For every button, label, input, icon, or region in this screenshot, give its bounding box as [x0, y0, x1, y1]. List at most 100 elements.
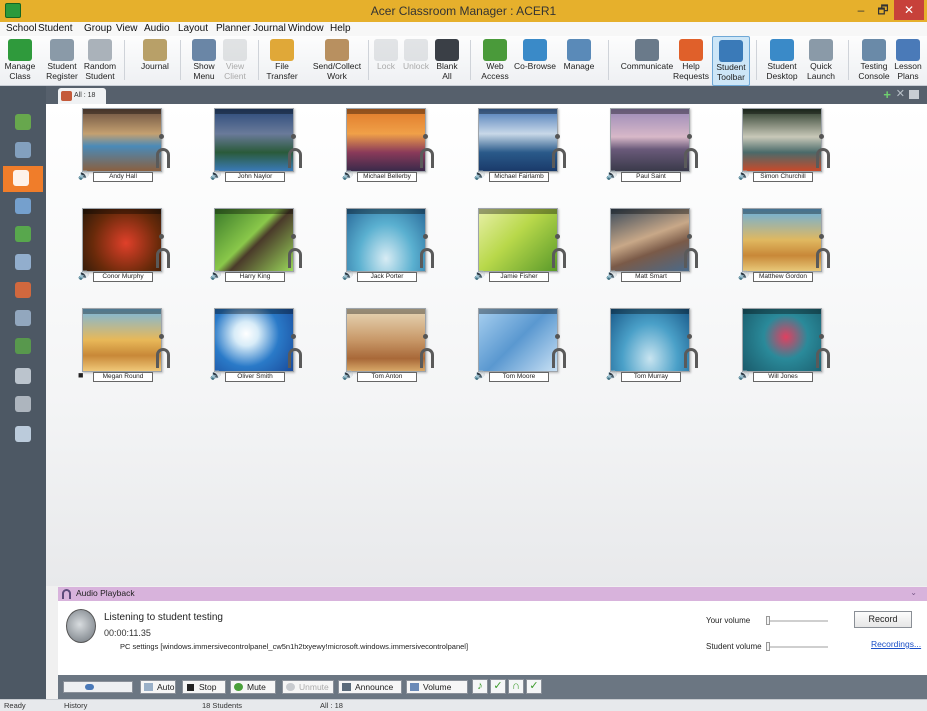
- speaker-icon[interactable]: 🔊: [210, 170, 221, 180]
- student-register-button[interactable]: Student Register: [44, 36, 80, 86]
- help-requests-button[interactable]: Help Requests: [673, 36, 709, 86]
- recordings-link[interactable]: Recordings...: [871, 639, 921, 649]
- menu-view[interactable]: View: [116, 23, 138, 34]
- minimize-button[interactable]: –: [850, 0, 872, 20]
- student-tile[interactable]: ■ Megan Round: [78, 308, 170, 390]
- menu-school[interactable]: School: [6, 23, 37, 34]
- speaker-icon[interactable]: 🔊: [474, 170, 485, 180]
- audio-option-1-icon[interactable]: ♪: [472, 679, 488, 694]
- student-screen-thumbnail[interactable]: [214, 308, 294, 372]
- show-menu-button[interactable]: Show Menu: [190, 36, 218, 86]
- your-volume-slider[interactable]: [766, 616, 828, 625]
- mute-button[interactable]: Mute: [230, 680, 276, 694]
- student-tile[interactable]: 🔊 Matt Smart: [606, 208, 698, 290]
- collapse-icon[interactable]: ⌄: [910, 588, 917, 597]
- speaker-icon[interactable]: 🔊: [606, 370, 617, 380]
- tab-menu-button[interactable]: [909, 90, 919, 99]
- menu-planner[interactable]: Planner: [216, 23, 250, 34]
- sidebar-printer-button[interactable]: [13, 308, 33, 328]
- student-desktop-button[interactable]: Student Desktop: [764, 36, 800, 86]
- menu-layout[interactable]: Layout: [178, 23, 208, 34]
- close-button[interactable]: ✕: [894, 0, 924, 20]
- history-tab[interactable]: History: [64, 701, 87, 710]
- random-student-button[interactable]: Random Student: [82, 36, 118, 86]
- student-tile[interactable]: 🔊 Jack Porter: [342, 208, 434, 290]
- sidebar-headphones-button[interactable]: [3, 166, 43, 192]
- student-screen-thumbnail[interactable]: [214, 108, 294, 172]
- student-screen-thumbnail[interactable]: [346, 208, 426, 272]
- lesson-plans-button[interactable]: Lesson Plans: [893, 36, 923, 86]
- menu-group[interactable]: Group: [84, 23, 112, 34]
- speaker-icon[interactable]: 🔊: [606, 270, 617, 280]
- student-screen-thumbnail[interactable]: [610, 308, 690, 372]
- journal-button[interactable]: Journal: [138, 36, 172, 86]
- menu-journal[interactable]: Journal: [253, 23, 286, 34]
- send-collect-work-button[interactable]: Send/Collect Work: [312, 36, 362, 86]
- student-tile[interactable]: 🔊 Andy Hall: [78, 108, 170, 190]
- sidebar-keyboard-button[interactable]: [13, 394, 33, 414]
- speaker-icon[interactable]: 🔊: [474, 370, 485, 380]
- stop-button[interactable]: Stop: [182, 680, 226, 694]
- student-screen-thumbnail[interactable]: [478, 308, 558, 372]
- close-tab-button[interactable]: ✕: [896, 89, 905, 100]
- student-tile[interactable]: 🔊 Simon Churchill: [738, 108, 830, 190]
- manage-class-button[interactable]: Manage Class: [2, 36, 38, 86]
- co-browse-button[interactable]: Co-Browse: [514, 36, 556, 86]
- headset-option-icon[interactable]: ∩: [508, 679, 524, 694]
- student-volume-slider[interactable]: [766, 642, 828, 651]
- student-tile[interactable]: 🔊 Harry King: [210, 208, 302, 290]
- stop-icon[interactable]: ■: [78, 370, 89, 380]
- record-button[interactable]: Record: [854, 611, 912, 628]
- student-tile[interactable]: 🔊 Michael Bellerby: [342, 108, 434, 190]
- sidebar-globe-button[interactable]: [13, 224, 33, 244]
- student-tile[interactable]: 🔊 John Naylor: [210, 108, 302, 190]
- view-client-button[interactable]: View Client: [223, 36, 247, 86]
- tab-all[interactable]: All : 18: [58, 88, 106, 104]
- add-tab-button[interactable]: +: [883, 88, 891, 101]
- maximize-button[interactable]: 🗗: [872, 0, 894, 20]
- menu-help[interactable]: Help: [330, 23, 351, 34]
- student-screen-thumbnail[interactable]: [610, 208, 690, 272]
- speaker-icon[interactable]: 🔊: [342, 270, 353, 280]
- speaker-icon[interactable]: 🔊: [78, 170, 89, 180]
- testing-console-button[interactable]: Testing Console: [858, 36, 890, 86]
- student-tile[interactable]: 🔊 Tom Anton: [342, 308, 434, 390]
- student-tile[interactable]: 🔊 Matthew Gordon: [738, 208, 830, 290]
- student-screen-thumbnail[interactable]: [214, 208, 294, 272]
- student-volume-thumb[interactable]: [766, 642, 770, 651]
- speaker-icon[interactable]: 🔊: [78, 270, 89, 280]
- student-tile[interactable]: 🔊 Will Jones: [738, 308, 830, 390]
- menu-audio[interactable]: Audio: [144, 23, 170, 34]
- student-tile[interactable]: 🔊 Jamie Fisher: [474, 208, 566, 290]
- seek-slider[interactable]: [63, 681, 133, 693]
- sidebar-grid-view-button[interactable]: [13, 140, 33, 160]
- lock-button[interactable]: Lock: [374, 36, 398, 86]
- volume-button[interactable]: Volume: [406, 680, 468, 694]
- sidebar-pie-chart-button[interactable]: [13, 280, 33, 300]
- student-screen-thumbnail[interactable]: [346, 308, 426, 372]
- communicate-button[interactable]: Communicate: [618, 36, 676, 86]
- file-transfer-button[interactable]: File Transfer: [266, 36, 298, 86]
- student-screen-thumbnail[interactable]: [82, 108, 162, 172]
- student-screen-thumbnail[interactable]: [478, 208, 558, 272]
- sidebar-trend-button[interactable]: [13, 424, 33, 444]
- student-screen-thumbnail[interactable]: [742, 108, 822, 172]
- student-tile[interactable]: 🔊 Paul Saint: [606, 108, 698, 190]
- your-volume-thumb[interactable]: [766, 616, 770, 625]
- student-screen-thumbnail[interactable]: [742, 308, 822, 372]
- student-screen-thumbnail[interactable]: [82, 308, 162, 372]
- speaker-icon[interactable]: 🔊: [738, 170, 749, 180]
- check-icon[interactable]: ✓: [490, 679, 506, 694]
- sidebar-window-button[interactable]: [13, 252, 33, 272]
- web-access-button[interactable]: Web Access: [480, 36, 510, 86]
- student-screen-thumbnail[interactable]: [742, 208, 822, 272]
- menu-window[interactable]: Window: [288, 23, 324, 34]
- speaker-icon[interactable]: 🔊: [210, 270, 221, 280]
- speaker-icon[interactable]: 🔊: [342, 170, 353, 180]
- student-tile[interactable]: 🔊 Michael Fairlamb: [474, 108, 566, 190]
- student-screen-thumbnail[interactable]: [610, 108, 690, 172]
- speaker-icon[interactable]: 🔊: [210, 370, 221, 380]
- auto-button[interactable]: Auto: [140, 680, 176, 694]
- speaker-icon[interactable]: 🔊: [738, 270, 749, 280]
- student-toolbar-button[interactable]: Student Toolbar: [712, 36, 750, 86]
